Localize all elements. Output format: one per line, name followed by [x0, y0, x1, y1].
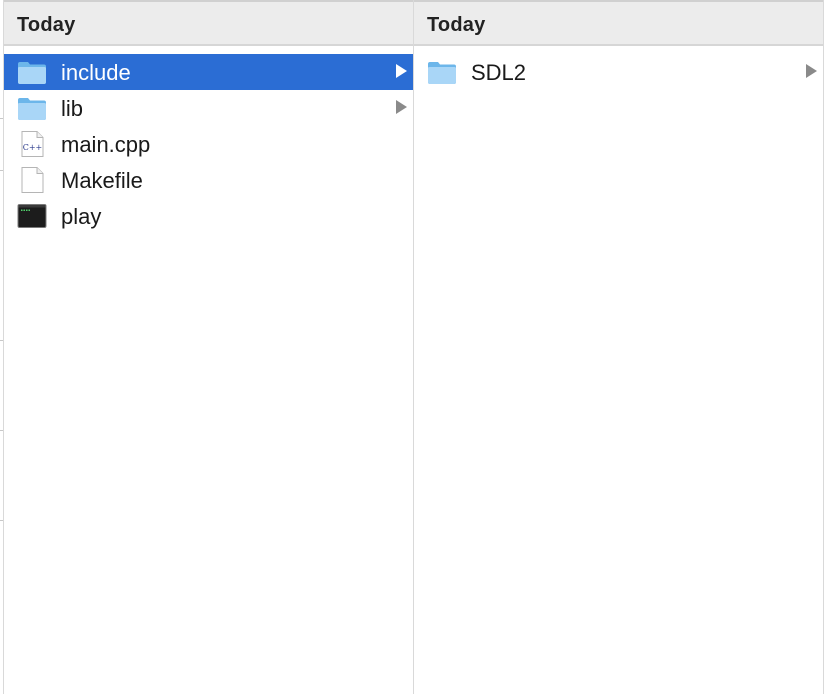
- terminal-executable-icon: [17, 204, 47, 228]
- list-item-lib[interactable]: lib: [4, 90, 413, 126]
- item-label: main.cpp: [61, 132, 151, 157]
- column-header-title: Today: [17, 14, 76, 36]
- column-header: Today: [4, 0, 413, 46]
- cpp-file-icon: C++: [21, 131, 44, 157]
- list-item-include[interactable]: include: [4, 54, 413, 90]
- list-item-sdl2[interactable]: SDL2: [414, 54, 823, 90]
- list-item-makefile[interactable]: Makefile: [4, 162, 413, 198]
- svg-text:C++: C++: [23, 143, 43, 152]
- item-label: Makefile: [61, 168, 143, 193]
- column-header: Today: [414, 0, 823, 46]
- item-label: include: [61, 60, 131, 85]
- file-list: include lib C++ main.cpp Makefile play: [4, 54, 413, 234]
- item-label: lib: [61, 96, 84, 121]
- list-item-main-cpp[interactable]: C++ main.cpp: [4, 126, 413, 162]
- file-list: SDL2: [414, 54, 823, 90]
- finder-column-browser: Today include lib C++ main.cpp Makefile …: [0, 0, 828, 694]
- column-left[interactable]: Today include lib C++ main.cpp Makefile …: [3, 0, 413, 694]
- chevron-right-icon: [396, 100, 407, 114]
- document-icon: [21, 167, 44, 193]
- chevron-right-icon: [806, 64, 817, 78]
- column-header-title: Today: [427, 14, 486, 36]
- folder-icon: [428, 62, 456, 84]
- item-label: play: [61, 204, 102, 229]
- column-right[interactable]: Today SDL2: [413, 0, 824, 694]
- list-item-play[interactable]: play: [4, 198, 413, 234]
- item-label: SDL2: [471, 60, 527, 85]
- folder-icon: [18, 62, 46, 84]
- folder-icon: [18, 98, 46, 120]
- chevron-right-icon: [396, 64, 407, 78]
